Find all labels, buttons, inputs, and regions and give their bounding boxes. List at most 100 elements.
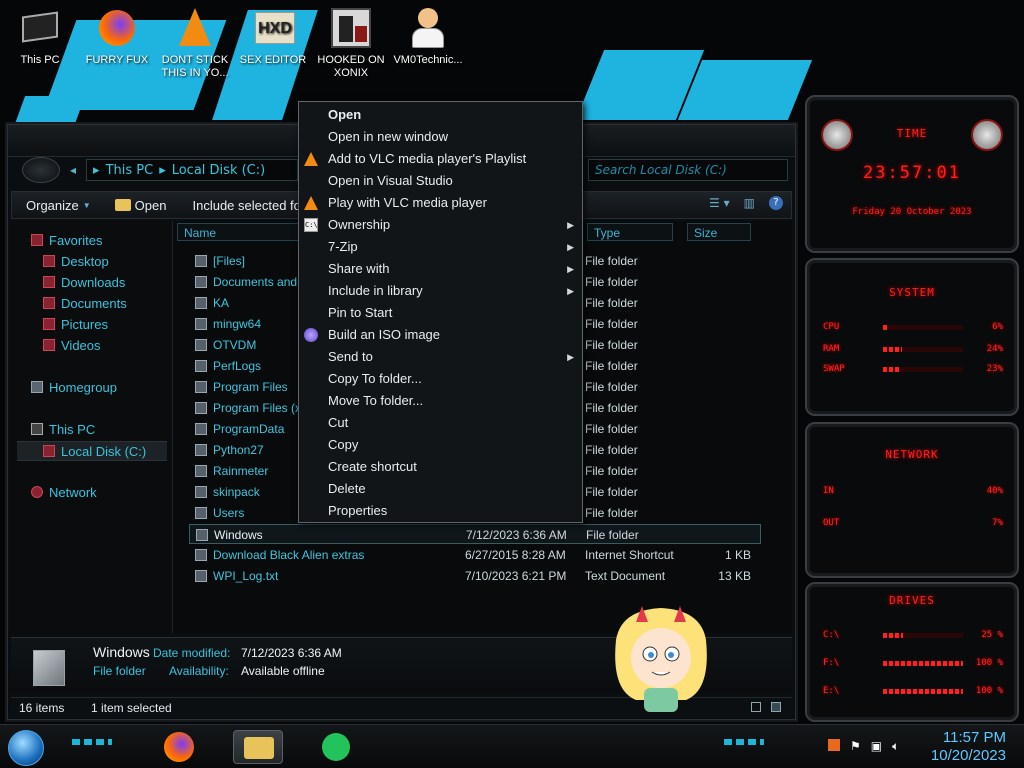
status-item-count: 16 items <box>19 701 65 715</box>
menu-item-open-in-new-window[interactable]: Open in new window <box>299 126 582 148</box>
menu-item-include-in-library[interactable]: Include in library ▶ <box>299 280 582 302</box>
nav-item-downloads[interactable]: Downloads <box>43 273 125 293</box>
network-out-row: OUT 7% <box>823 518 1003 528</box>
menu-item-share-with[interactable]: Share with ▶ <box>299 258 582 280</box>
desktop-icon <box>43 255 55 267</box>
file-name: KA <box>213 296 230 310</box>
context-menu[interactable]: Open Open in new window Add to VLC media p… <box>298 101 583 523</box>
file-type: File folder <box>585 401 638 415</box>
menu-item-add-to-vlc-media-player-s-playlist[interactable]: Add to VLC media player's Playlist <box>299 148 582 170</box>
nav-item-network[interactable]: Network <box>31 483 97 503</box>
volume-icon[interactable]: 🔈︎ <box>892 739 899 754</box>
preview-pane-icon[interactable]: ▥ <box>744 196 755 210</box>
menu-item-open-in-visual-studio[interactable]: Open in Visual Studio <box>299 170 582 192</box>
time-widget-clock: 23:57:01 <box>863 163 961 183</box>
drive-label: E:\ <box>823 686 840 696</box>
file-date-modified: 6/27/2015 8:28 AM <box>465 548 566 562</box>
submenu-arrow-icon: ▶ <box>567 286 574 296</box>
desktop-icon-this-pc[interactable]: This PC <box>0 4 80 67</box>
videos-icon <box>43 339 55 351</box>
clock-time: 11:57 PM <box>942 729 1006 746</box>
menu-item-label: Open in new window <box>328 129 448 144</box>
file-type: Internet Shortcut <box>585 548 674 562</box>
desktop-icon-label: SEX EDITOR <box>239 54 307 66</box>
nav-item-pictures[interactable]: Pictures <box>43 315 108 335</box>
file-name: OTVDM <box>213 338 257 352</box>
menu-item-label: Copy To folder... <box>328 371 422 386</box>
menu-item-play-with-vlc-media-player[interactable]: Play with VLC media player <box>299 192 582 214</box>
menu-item-properties[interactable]: Properties <box>299 500 582 522</box>
file-type: File folder <box>585 338 638 352</box>
file-name: Python27 <box>213 443 264 457</box>
file-type: File folder <box>585 296 638 310</box>
nav-item-videos[interactable]: Videos <box>43 336 101 356</box>
taskbar-decoration <box>724 739 764 745</box>
taskbar-firefox-button[interactable] <box>154 730 204 764</box>
network-widget-title: NETWORK <box>885 448 939 461</box>
time-widget-date: Friday 20 October 2023 <box>852 207 972 217</box>
menu-item-copy[interactable]: Copy <box>299 434 582 456</box>
back-forward-orb[interactable] <box>22 157 60 183</box>
address-segment-this-pc[interactable]: This PC <box>106 163 154 178</box>
start-button[interactable] <box>8 730 44 766</box>
help-icon[interactable]: ? <box>769 196 783 210</box>
drive-usage-bar <box>883 633 963 638</box>
large-icons-view-icon[interactable] <box>771 702 781 712</box>
details-view-icon[interactable] <box>751 702 761 712</box>
address-segment-local-disk[interactable]: Local Disk (C:) <box>172 163 265 178</box>
desktop-icon-label: HOOKED ON XONIX <box>317 54 385 79</box>
menu-item-label: Add to VLC media player's Playlist <box>328 151 527 166</box>
menu-item-build-an-iso-image[interactable]: Build an ISO image <box>299 324 582 346</box>
nav-item-this-pc[interactable]: This PC <box>31 420 95 440</box>
submenu-arrow-icon: ▶ <box>567 264 574 274</box>
address-bar[interactable]: ▸ This PC ▸ Local Disk (C:) <box>86 159 299 181</box>
column-header-type[interactable]: Type <box>587 223 673 241</box>
file-size: 1 KB <box>724 548 751 562</box>
folder-icon <box>195 444 207 456</box>
nav-item-documents[interactable]: Documents <box>43 294 127 314</box>
nav-item-local-disk[interactable]: Local Disk (C:) <box>17 441 167 461</box>
menu-item-open[interactable]: Open <box>299 104 582 126</box>
taskbar-notes-button[interactable] <box>310 730 360 764</box>
file-row[interactable]: WPI_Log.txt 7/10/2023 6:21 PM Text Documen… <box>189 566 761 586</box>
network-icon[interactable]: ▣ <box>871 739 882 754</box>
file-row[interactable]: Windows 7/12/2023 6:36 AM File folder <box>189 524 761 544</box>
desktop-icon-furry-fux[interactable]: FURRY FUX <box>77 4 157 67</box>
nav-item-homegroup[interactable]: Homegroup <box>31 378 117 398</box>
taskbar-clock[interactable]: 11:57 PM 10/20/2023 <box>931 729 1006 765</box>
open-button[interactable]: Open <box>114 198 166 213</box>
menu-item-create-shortcut[interactable]: Create shortcut <box>299 456 582 478</box>
nav-item-favorites[interactable]: Favorites <box>31 231 102 251</box>
menu-item-pin-to-start[interactable]: Pin to Start <box>299 302 582 324</box>
technician-person-icon <box>406 6 450 50</box>
menu-item-cut[interactable]: Cut <box>299 412 582 434</box>
flag-icon[interactable]: ⚑ <box>850 739 861 754</box>
desktop-icon-vm0technic[interactable]: VM0Technic... <box>388 4 468 67</box>
drive-value: 100 % <box>975 686 1003 696</box>
file-row[interactable]: Download Black Alien extras 6/27/2015 8:2… <box>189 545 761 565</box>
nav-item-desktop[interactable]: Desktop <box>43 252 109 272</box>
folder-thumbnail-icon <box>33 650 65 686</box>
menu-item-label: Ownership <box>328 217 391 232</box>
taskbar-explorer-button[interactable] <box>233 730 283 764</box>
file-date-modified: 7/10/2023 6:21 PM <box>465 569 567 583</box>
column-header-name[interactable]: Name <box>177 223 303 241</box>
notification-icon[interactable] <box>828 739 840 751</box>
xonix-game-icon <box>329 6 373 50</box>
menu-item-ownership[interactable]: C:\ Ownership ▶ <box>299 214 582 236</box>
hxd-editor-icon: HXD <box>251 6 295 50</box>
search-input[interactable]: Search Local Disk (C:) <box>588 159 788 181</box>
menu-item-copy-to-folder[interactable]: Copy To folder... <box>299 368 582 390</box>
organize-button[interactable]: Organize ▼ <box>26 198 91 213</box>
menu-item-delete[interactable]: Delete <box>299 478 582 500</box>
desktop-icon-sex-editor[interactable]: HXD SEX EDITOR <box>233 4 313 67</box>
desktop-icon-hooked-on-xonix[interactable]: HOOKED ON XONIX <box>311 4 391 80</box>
desktop-icon-dont-stick[interactable]: DONT STICK THIS IN YO... <box>155 4 235 80</box>
menu-item-send-to[interactable]: Send to ▶ <box>299 346 582 368</box>
chevron-down-icon: ▼ <box>82 200 91 210</box>
view-options-icon[interactable]: ☰ ▾ <box>709 196 730 210</box>
column-header-size[interactable]: Size <box>687 223 751 241</box>
recent-pages-arrow-icon[interactable]: ◂ <box>70 163 76 177</box>
menu-item-7-zip[interactable]: 7-Zip ▶ <box>299 236 582 258</box>
menu-item-move-to-folder[interactable]: Move To folder... <box>299 390 582 412</box>
